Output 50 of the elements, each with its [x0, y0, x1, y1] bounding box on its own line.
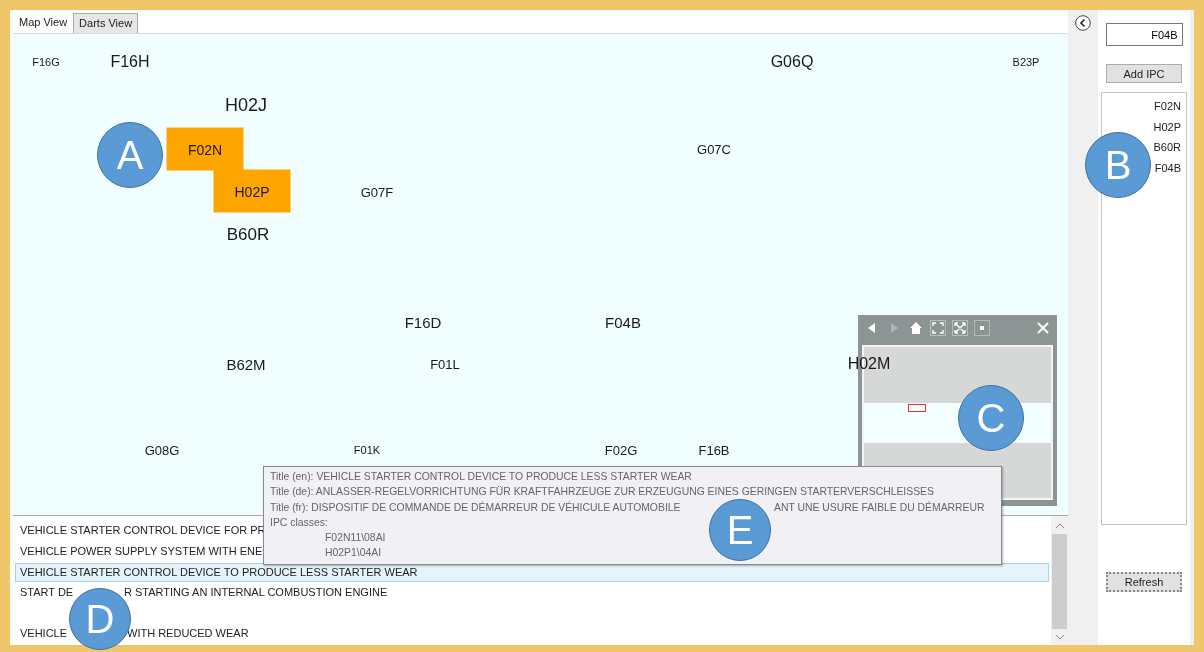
ipc-label[interactable]: B23P — [1012, 56, 1040, 68]
ipc-class: H02P1\04AI — [325, 546, 382, 561]
result-text: R STARTING AN INTERNAL COMBUSTION ENGINE — [124, 586, 388, 599]
result-text: VEHICLE STARTER CONTROL DEVICE TO PRODUCE LESS STARTER WEAR — [20, 565, 418, 578]
ipc-list-item[interactable]: F02N — [1154, 96, 1181, 117]
ipc-label[interactable]: G08G — [144, 442, 180, 458]
tooltip-text: Title (de): ANLASSER-REGELVORRICHTUNG FÜR KRAFTFAHRZEUGE ZUR ERZEUGUNG EINES GERINGEN STARTERVERSCHLEISSES — [270, 486, 934, 498]
tooltip-text: ANT UNE USURE FAIBLE DU DÉMARREUR — [774, 501, 985, 513]
collapse-icon[interactable] — [1075, 15, 1091, 31]
center-icon[interactable] — [974, 320, 990, 336]
result-text: WITH REDUCED WEAR — [127, 627, 249, 640]
ipc-label[interactable]: F02N — [166, 127, 244, 171]
ipc-label[interactable]: G07C — [697, 141, 731, 157]
ipc-label[interactable]: F01K — [353, 444, 381, 456]
ipc-label[interactable]: H02M — [847, 355, 891, 373]
tooltip-text: Title (fr): DISPOSITIF DE COMMANDE DE DÉMARREUR DE VÉHICULE AUTOMOBILE — [270, 501, 681, 513]
expand-icon[interactable] — [952, 320, 968, 336]
refresh-button[interactable]: Refresh — [1106, 572, 1182, 592]
ipc-label[interactable]: F16H — [110, 53, 150, 71]
ipc-label[interactable]: B62M — [226, 355, 266, 373]
ipc-label[interactable]: F04B — [605, 313, 641, 331]
ipc-list-item[interactable]: H02P — [1153, 116, 1181, 137]
result-item[interactable]: START DE R STARTING AN INTERNAL COMBUSTION ENGINE — [15, 583, 1049, 603]
ipc-label[interactable]: F16D — [404, 313, 442, 331]
ipc-list-item[interactable]: B60R — [1153, 137, 1181, 158]
result-text: START DE — [20, 586, 74, 599]
scroll-up-icon[interactable] — [1054, 522, 1065, 531]
ipc-label[interactable]: F16G — [32, 56, 60, 68]
scroll-down-icon[interactable] — [1054, 633, 1065, 641]
tab[interactable]: Darts View — [73, 13, 139, 33]
ipc-label[interactable]: F02G — [604, 442, 638, 458]
ipc-class: F02N11\08AI — [325, 531, 386, 546]
home-icon[interactable] — [908, 320, 924, 336]
close-icon[interactable] — [1035, 320, 1051, 336]
ipc-input[interactable]: F04B — [1105, 23, 1183, 46]
ipc-list-item[interactable]: F04B — [1154, 157, 1181, 178]
ipc-label[interactable]: F16B — [698, 442, 730, 458]
ipc-label[interactable]: F01L — [430, 356, 460, 372]
tooltip-text: Title (en): VEHICLE STARTER CONTROL DEVICE TO PRODUCE LESS STARTER WEAR — [270, 471, 692, 482]
fit-icon[interactable] — [930, 320, 946, 336]
ipc-label[interactable]: G06Q — [770, 53, 814, 71]
ipc-label[interactable]: H02P — [213, 169, 291, 213]
add-ipc-button[interactable]: Add IPC — [1106, 64, 1182, 83]
tooltip-heading: IPC classes: — [270, 515, 328, 530]
ipc-label[interactable]: B60R — [226, 225, 270, 245]
scrollbar[interactable] — [1051, 516, 1068, 645]
ipc-label[interactable]: H02J — [225, 94, 267, 116]
ipc-label[interactable]: G07F — [360, 184, 394, 200]
result-text: VEHICLE — [20, 627, 68, 640]
view-rectangle[interactable] — [908, 403, 926, 412]
